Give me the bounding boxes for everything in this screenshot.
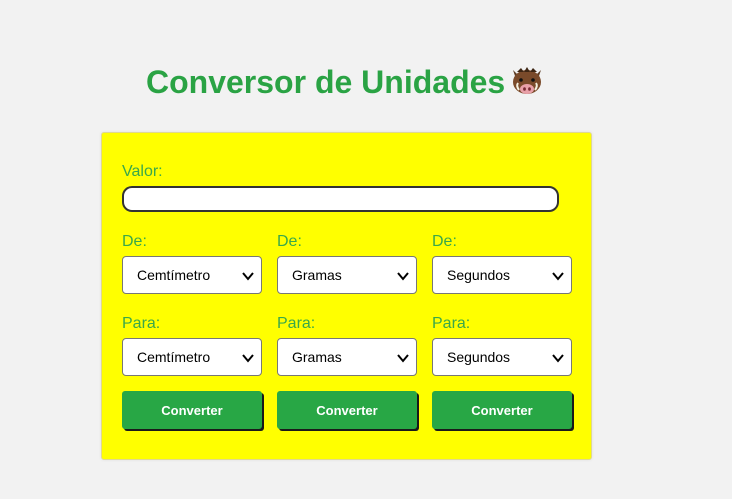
to-select-length-value: Cemtímetro	[137, 349, 211, 365]
from-select-length[interactable]: Cemtímetro	[122, 256, 262, 294]
chevron-down-icon	[397, 272, 409, 281]
to-label-time: Para:	[432, 315, 471, 332]
to-label-mass: Para:	[277, 315, 316, 332]
chevron-down-icon	[552, 354, 564, 363]
from-select-mass[interactable]: Gramas	[277, 256, 417, 294]
chevron-down-icon	[397, 354, 409, 363]
convert-button-length[interactable]: Converter	[122, 391, 262, 429]
page: Conversor de Unidades Valor: De: Cemtíme…	[0, 0, 732, 499]
from-select-time[interactable]: Segundos	[432, 256, 572, 294]
page-title: Conversor de Unidades	[146, 63, 506, 100]
from-label-mass: De:	[277, 233, 302, 250]
to-select-mass-value: Gramas	[292, 349, 342, 365]
to-select-time-value: Segundos	[447, 349, 511, 365]
chevron-down-icon	[242, 354, 254, 363]
to-select-length[interactable]: Cemtímetro	[122, 338, 262, 376]
chevron-down-icon	[552, 272, 564, 281]
to-select-time[interactable]: Segundos	[432, 338, 572, 376]
chevron-down-icon	[242, 272, 254, 281]
convert-button-mass[interactable]: Converter	[277, 391, 417, 429]
value-label: Valor:	[122, 163, 163, 180]
from-select-length-value: Cemtímetro	[137, 267, 211, 283]
convert-button-time[interactable]: Converter	[432, 391, 572, 429]
to-select-mass[interactable]: Gramas	[277, 338, 417, 376]
from-select-mass-value: Gramas	[292, 267, 342, 283]
value-input[interactable]	[122, 186, 559, 212]
boar-icon	[513, 67, 542, 94]
from-label-length: De:	[122, 233, 147, 250]
from-select-time-value: Segundos	[447, 267, 511, 283]
converter-card: Valor: De: Cemtímetro Para: Cemtímetro C…	[101, 132, 592, 460]
page-title-row: Conversor de Unidades	[146, 60, 547, 104]
to-label-length: Para:	[122, 315, 161, 332]
from-label-time: De:	[432, 233, 457, 250]
